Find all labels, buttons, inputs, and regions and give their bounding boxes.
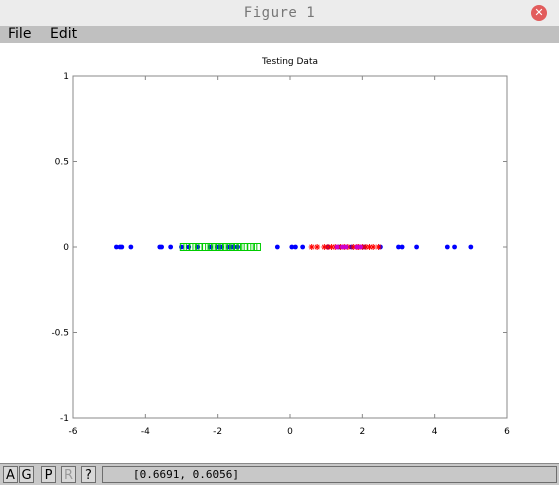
data-point-star [308,244,315,250]
x-tick-label: 6 [504,427,510,437]
x-tick-label: -2 [213,427,222,437]
data-point [168,244,174,250]
y-tick-label: 0.5 [55,158,69,168]
data-marks [114,243,474,251]
x-tick-label: -4 [141,427,150,437]
data-point-star [314,244,321,250]
y-tick-label: 0 [63,243,69,253]
title-bar: Figure 1 ✕ [0,0,559,27]
data-point [468,244,474,250]
data-point-square [253,243,261,251]
menu-edit[interactable]: Edit [50,26,77,43]
data-point [300,244,306,250]
menu-edit-label: Edit [50,26,78,42]
coordinate-readout: [0.6691, 0.6056] [102,466,557,483]
x-tick-label: 2 [359,427,365,437]
figure-canvas[interactable]: Testing Data -6 -4 -2 0 2 4 6 -1 -0.5 0 0.5 1 [0,43,559,463]
grid-button[interactable]: G [19,466,34,483]
data-point [293,244,298,250]
print-button[interactable]: P [41,466,56,483]
y-tick-label: -1 [60,414,69,424]
x-tick-label: 0 [287,427,293,437]
data-point [452,244,457,250]
status-bar: A G P R ? [0.6691, 0.6056] [0,463,559,485]
data-point [274,244,280,250]
data-point [358,244,363,250]
data-point [128,244,134,250]
data-point-star [370,244,377,250]
chart-title: Testing Data [261,57,318,67]
data-point-square [250,243,258,251]
data-point [159,244,165,250]
data-point [444,244,450,250]
data-point [414,244,419,250]
data-point [235,244,240,250]
x-tick-label: -6 [69,427,78,437]
help-button[interactable]: ? [81,466,96,483]
menu-bar: File Edit [0,26,559,44]
y-tick-label: 1 [63,72,69,82]
data-point [334,244,340,250]
axis-ticks: -6 -4 -2 0 2 4 6 -1 -0.5 0 0.5 1 [51,72,510,437]
y-tick-label: -0.5 [51,329,69,339]
scatter-plot: Testing Data -6 -4 -2 0 2 4 6 -1 -0.5 0 0.5 1 [51,57,510,437]
window-title: Figure 1 [243,5,316,21]
rotate-button[interactable]: R [61,466,76,483]
autoscale-button[interactable]: A [3,466,18,483]
data-point-star [375,244,382,250]
x-tick-label: 4 [432,427,438,437]
data-point [119,244,125,250]
close-icon[interactable]: ✕ [531,5,547,21]
data-point [343,244,349,250]
data-point [399,244,405,250]
menu-file[interactable]: File [8,26,31,43]
menu-file-label: File [8,26,32,42]
